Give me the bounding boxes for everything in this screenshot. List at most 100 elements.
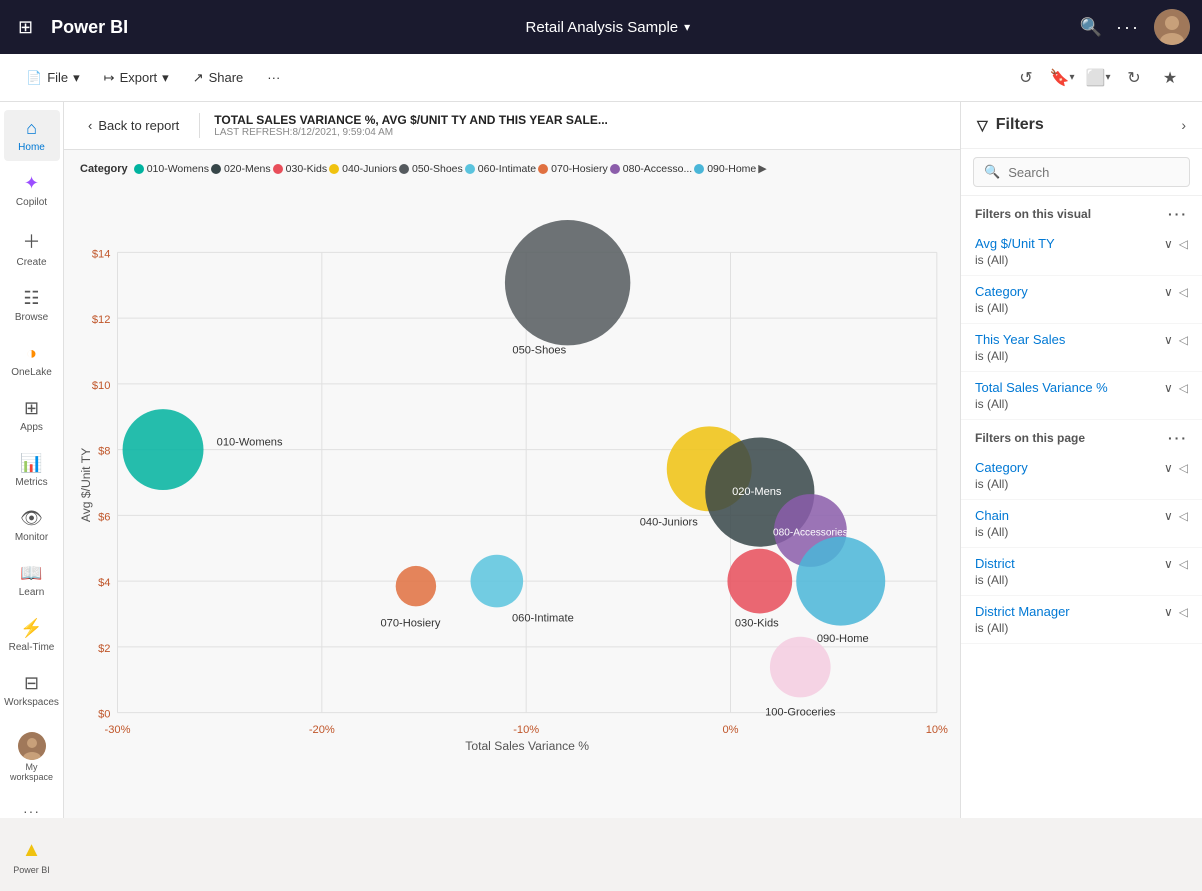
content-area: ‹ Back to report TOTAL SALES VARIANCE %,… [64,102,960,818]
filter-chevron-district-manager[interactable]: ∨ [1164,605,1173,619]
filters-on-visual-more[interactable]: ··· [1168,206,1188,222]
sidebar-item-create[interactable]: ＋ Create [4,220,60,276]
favorite-button[interactable]: ★ [1154,62,1186,94]
filter-item-category[interactable]: Category ∨ ◁ is (All) [961,276,1202,324]
filter-item-this-year-sales[interactable]: This Year Sales ∨ ◁ is (All) [961,324,1202,372]
filter-chevron-total-variance[interactable]: ∨ [1164,381,1173,395]
legend-label-juniors: 040-Juniors [342,163,397,175]
legend-dot-juniors [329,164,339,174]
legend-item-juniors: 040-Juniors [329,163,397,175]
bubble-shoes[interactable] [505,220,630,345]
legend-more-icon[interactable]: ▶ [758,162,766,175]
sidebar-item-apps[interactable]: ⊞ Apps [4,390,60,441]
legend-item-kids: 030-Kids [273,163,327,175]
title-chevron-icon[interactable]: ▾ [684,20,690,34]
report-title-bar: TOTAL SALES VARIANCE %, AVG $/UNIT TY AN… [199,113,608,138]
bubble-label-groceries: 100-Groceries [765,707,836,719]
filter-value-page-category: is (All) [975,477,1188,491]
y-tick-12: $12 [92,314,111,326]
sidebar-item-home[interactable]: ⌂ Home [4,110,60,161]
toolbar-more-button[interactable]: ··· [257,65,290,90]
x-tick-m10: -10% [513,724,539,736]
sidebar-item-onelake[interactable]: ◑ OneLake [4,335,60,386]
sidebar-item-learn[interactable]: 📖 Learn [4,555,60,606]
filter-clear-category[interactable]: ◁ [1179,285,1188,299]
filter-item-chain[interactable]: Chain ∨ ◁ is (All) [961,500,1202,548]
create-icon: ＋ [23,228,41,254]
sidebar-item-more[interactable]: ··· [4,795,60,827]
filter-clear-this-year[interactable]: ◁ [1179,333,1188,347]
filters-on-page-more[interactable]: ··· [1168,430,1188,446]
chart-area: Category 010-Womens 020-Mens 030-Kids 04… [64,150,960,818]
filter-item-page-category[interactable]: Category ∨ ◁ is (All) [961,452,1202,500]
filter-expand-icon[interactable]: › [1181,117,1186,133]
undo-button[interactable]: ↺ [1010,62,1042,94]
sidebar-item-myworkspace[interactable]: Myworkspace [4,724,60,791]
sidebar-item-browse[interactable]: ☷ Browse [4,280,60,331]
refresh-button[interactable]: ↻ [1118,62,1150,94]
sidebar-item-realtime[interactable]: ⚡ Real-Time [4,610,60,661]
legend-label-hosiery: 070-Hosiery [551,163,608,175]
bubble-home[interactable] [796,537,885,626]
filter-chevron-chain[interactable]: ∨ [1164,509,1173,523]
sidebar-item-copilot[interactable]: ✦ Copilot [4,165,60,216]
waffle-menu-icon[interactable]: ⊞ [12,11,39,44]
filter-chevron-district[interactable]: ∨ [1164,557,1173,571]
legend-category-label: Category [80,163,128,175]
filter-chevron-page-category[interactable]: ∨ [1164,461,1173,475]
bubble-label-home: 090-Home [817,633,869,645]
filter-clear-total-variance[interactable]: ◁ [1179,381,1188,395]
filter-panel: ▽ Filters › 🔍 Filters on this visual ···… [960,102,1202,818]
bookmark-button[interactable]: 🔖▾ [1046,62,1078,94]
bubble-intimate[interactable] [471,555,524,608]
filter-chevron-category[interactable]: ∨ [1164,285,1173,299]
filter-chevron-this-year[interactable]: ∨ [1164,333,1173,347]
filter-item-district[interactable]: District ∨ ◁ is (All) [961,548,1202,596]
filter-clear-page-category[interactable]: ◁ [1179,461,1188,475]
filter-item-district-manager[interactable]: District Manager ∨ ◁ is (All) [961,596,1202,644]
back-to-report-button[interactable]: ‹ Back to report [80,114,187,137]
file-button[interactable]: 📄 File ▾ [16,65,90,91]
filter-clear-chain[interactable]: ◁ [1179,509,1188,523]
topbar-search-icon[interactable]: 🔍 [1080,17,1102,38]
filter-value-category: is (All) [975,301,1188,315]
export-chevron-icon: ▾ [162,70,169,86]
filter-name-category: Category [975,284,1028,299]
filter-clear-avg-unit[interactable]: ◁ [1179,237,1188,251]
legend-dot-hosiery [538,164,548,174]
filter-clear-district-manager[interactable]: ◁ [1179,605,1188,619]
fit-button[interactable]: ⬜▾ [1082,62,1114,94]
sidebar-label-onelake: OneLake [11,367,52,378]
export-button[interactable]: ↦ Export ▾ [94,65,179,91]
sidebar-label-realtime: Real-Time [9,642,55,653]
legend-dot-intimate [465,164,475,174]
filter-clear-district[interactable]: ◁ [1179,557,1188,571]
sidebar-item-monitor[interactable]: 👁 Monitor [4,500,60,551]
bubble-hosiery[interactable] [396,566,436,606]
sidebar-item-metrics[interactable]: 📊 Metrics [4,445,60,496]
filter-value-this-year: is (All) [975,349,1188,363]
legend-dot-mens [211,164,221,174]
sidebar-label-learn: Learn [19,587,45,598]
topbar-more-icon[interactable]: ··· [1116,17,1140,38]
filter-item-avg-unit-ty[interactable]: Avg $/Unit TY ∨ ◁ is (All) [961,228,1202,276]
sidebar-item-workspaces[interactable]: ⊟ Workspaces [4,665,60,716]
sidebar-label-home: Home [18,142,45,153]
sidebar-item-powerbi[interactable]: ▲ Power BI [4,831,60,883]
bubble-womens[interactable] [123,409,204,490]
realtime-icon: ⚡ [20,618,42,639]
legend-item-intimate: 060-Intimate [465,163,536,175]
avatar[interactable] [1154,9,1190,45]
legend-dot-accessories [610,164,620,174]
sidebar-label-apps: Apps [20,422,43,433]
report-visual-title: TOTAL SALES VARIANCE %, AVG $/UNIT TY AN… [214,113,608,127]
filter-search-input[interactable] [1008,165,1179,180]
y-tick-0: $0 [98,709,110,721]
x-tick-m20: -20% [309,724,335,736]
bubble-kids[interactable] [727,549,792,614]
filter-chevron-avg-unit[interactable]: ∨ [1164,237,1173,251]
share-button[interactable]: ↗ Share [183,65,254,91]
filter-item-total-variance[interactable]: Total Sales Variance % ∨ ◁ is (All) [961,372,1202,420]
y-tick-10: $10 [92,380,111,392]
bubble-groceries[interactable] [770,637,831,698]
